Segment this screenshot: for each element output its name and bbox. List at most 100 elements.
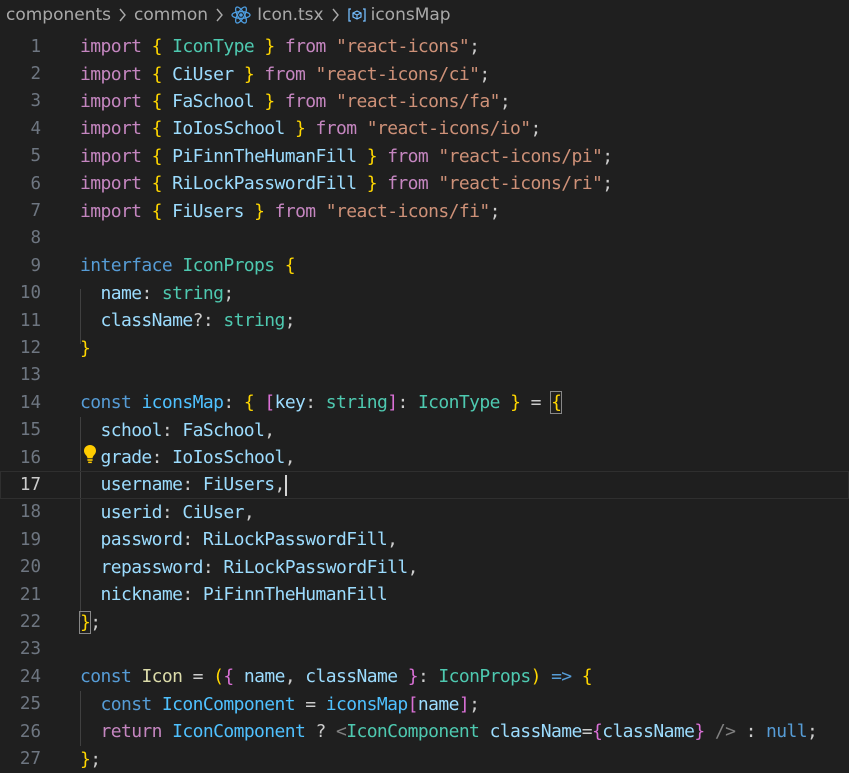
code-line[interactable]: 1 import { IconType } from "react-icons"; (0, 33, 849, 60)
line-number: 4 (30, 118, 41, 139)
code-line[interactable]: 20 repassword: RiLockPasswordFill, (0, 554, 849, 581)
code-token: from (264, 63, 306, 85)
code-line[interactable]: 14 const iconsMap: { [key: string]: IconT… (0, 389, 849, 416)
breadcrumb-file-icon-tsx[interactable]: Icon.tsx (257, 5, 324, 25)
code-text: import { PiFinnTheHumanFill } from "reac… (80, 145, 613, 167)
code-token: username (100, 474, 183, 496)
code-text: const IconComponent = iconsMap[name]; (80, 694, 479, 715)
code-token: : (735, 721, 767, 743)
line-number: 19 (19, 529, 41, 550)
code-token: "react-icons" (336, 36, 470, 58)
code-line[interactable]: 4 import { IoIosSchool } from "react-icon… (0, 115, 849, 142)
code-token: RiLockPasswordFill (223, 556, 408, 578)
code-token: const (80, 666, 132, 688)
code-token: return (100, 721, 162, 743)
code-line[interactable]: 27}; (0, 745, 849, 772)
code-line[interactable]: 7 import { FiUsers } from "react-icons/fi… (0, 197, 849, 224)
code-line[interactable]: 10 name: string; (0, 280, 849, 307)
code-token: import (80, 118, 142, 140)
code-line[interactable]: 17 username: FiUsers, (0, 471, 849, 499)
line-number: 3 (30, 91, 41, 112)
code-line[interactable]: 8 (0, 225, 849, 252)
code-token: ; (530, 118, 542, 140)
code-line[interactable]: 22}; (0, 608, 849, 635)
code-token: nickname (100, 584, 183, 606)
code-token: import (80, 200, 142, 222)
code-token: import (80, 63, 142, 85)
code-token: } (366, 145, 378, 167)
code-token: ; (602, 173, 613, 195)
code-token: repassword (100, 556, 203, 578)
code-text: import { FiUsers } from "react-icons/fi"… (80, 201, 500, 222)
breadcrumb-folder-common[interactable]: common (134, 5, 208, 25)
breadcrumb-folder-components[interactable]: components (6, 5, 111, 25)
code-text: const iconsMap: { [key: string]: IconTyp… (80, 391, 563, 415)
code-line[interactable]: 15 school: FaSchool, (0, 417, 849, 444)
code-text: const Icon = ({ name, className }: IconP… (80, 666, 593, 688)
code-token: IconProps (182, 255, 275, 277)
code-token: { (591, 721, 603, 743)
code-editor[interactable]: 1 import { IconType } from "react-icons";… (0, 33, 849, 770)
chevron-right-icon (215, 8, 224, 22)
code-token: { (284, 255, 296, 277)
code-line[interactable]: 16 grade: IoIosSchool, (0, 444, 849, 471)
code-line[interactable]: 24 const Icon = ({ name, className }: Ico… (0, 663, 849, 690)
code-text: } (80, 338, 91, 359)
code-line[interactable]: 13 (0, 362, 849, 389)
code-text: import { IconType } from "react-icons"; (80, 36, 480, 58)
code-text: repassword: RiLockPasswordFill, (80, 557, 418, 578)
code-token: { (243, 392, 255, 414)
code-line[interactable]: 21 nickname: PiFinnTheHumanFill (0, 581, 849, 608)
code-line[interactable]: 5 import { PiFinnTheHumanFill } from "rea… (0, 143, 849, 170)
code-token: ; (602, 145, 613, 167)
code-line[interactable]: 11 className?: string; (0, 307, 849, 334)
breadcrumb-symbol-iconsmap[interactable]: iconsMap (371, 5, 451, 25)
code-line[interactable]: 18 userid: CiUser, (0, 499, 849, 526)
code-line[interactable]: 12} (0, 334, 849, 361)
chevron-right-icon (118, 8, 127, 22)
code-line[interactable]: 3 import { FaSchool } from "react-icons/f… (0, 88, 849, 115)
code-token: "react-icons/fi" (325, 200, 490, 222)
code-line[interactable]: 2 import { CiUser } from "react-icons/ci"… (0, 60, 849, 87)
code-token: ] (387, 392, 398, 414)
code-token: ; (489, 200, 501, 222)
code-token: [ (264, 392, 275, 414)
code-token: : (417, 666, 439, 688)
code-token: ; (469, 693, 480, 715)
code-text: nickname: PiFinnTheHumanFill (80, 584, 387, 605)
code-token: { (151, 118, 163, 140)
code-token: , (264, 419, 275, 441)
code-line[interactable]: 23 (0, 636, 849, 663)
code-token: name (417, 693, 460, 715)
code-token: string (161, 282, 224, 304)
code-line[interactable]: 9 interface IconProps { (0, 252, 849, 279)
line-number: 6 (30, 173, 41, 194)
code-text: username: FiUsers, (80, 474, 287, 496)
code-text: password: RiLockPasswordFill, (80, 529, 398, 550)
code-line[interactable]: 6 import { RiLockPasswordFill } from "rea… (0, 170, 849, 197)
code-text: import { IoIosSchool } from "react-icons… (80, 118, 541, 139)
code-token: ; (807, 721, 818, 743)
code-token: = (295, 693, 326, 715)
code-line[interactable]: 25 const IconComponent = iconsMap[name]; (0, 691, 849, 718)
line-number: 16 (19, 447, 41, 468)
text-cursor (284, 474, 287, 496)
code-line[interactable]: 26 return IconComponent ? <IconComponent… (0, 718, 849, 745)
code-text: import { FaSchool } from "react-icons/fa… (80, 91, 511, 112)
code-text: import { CiUser } from "react-icons/ci"; (80, 64, 490, 85)
code-line[interactable]: 19 password: RiLockPasswordFill, (0, 526, 849, 553)
